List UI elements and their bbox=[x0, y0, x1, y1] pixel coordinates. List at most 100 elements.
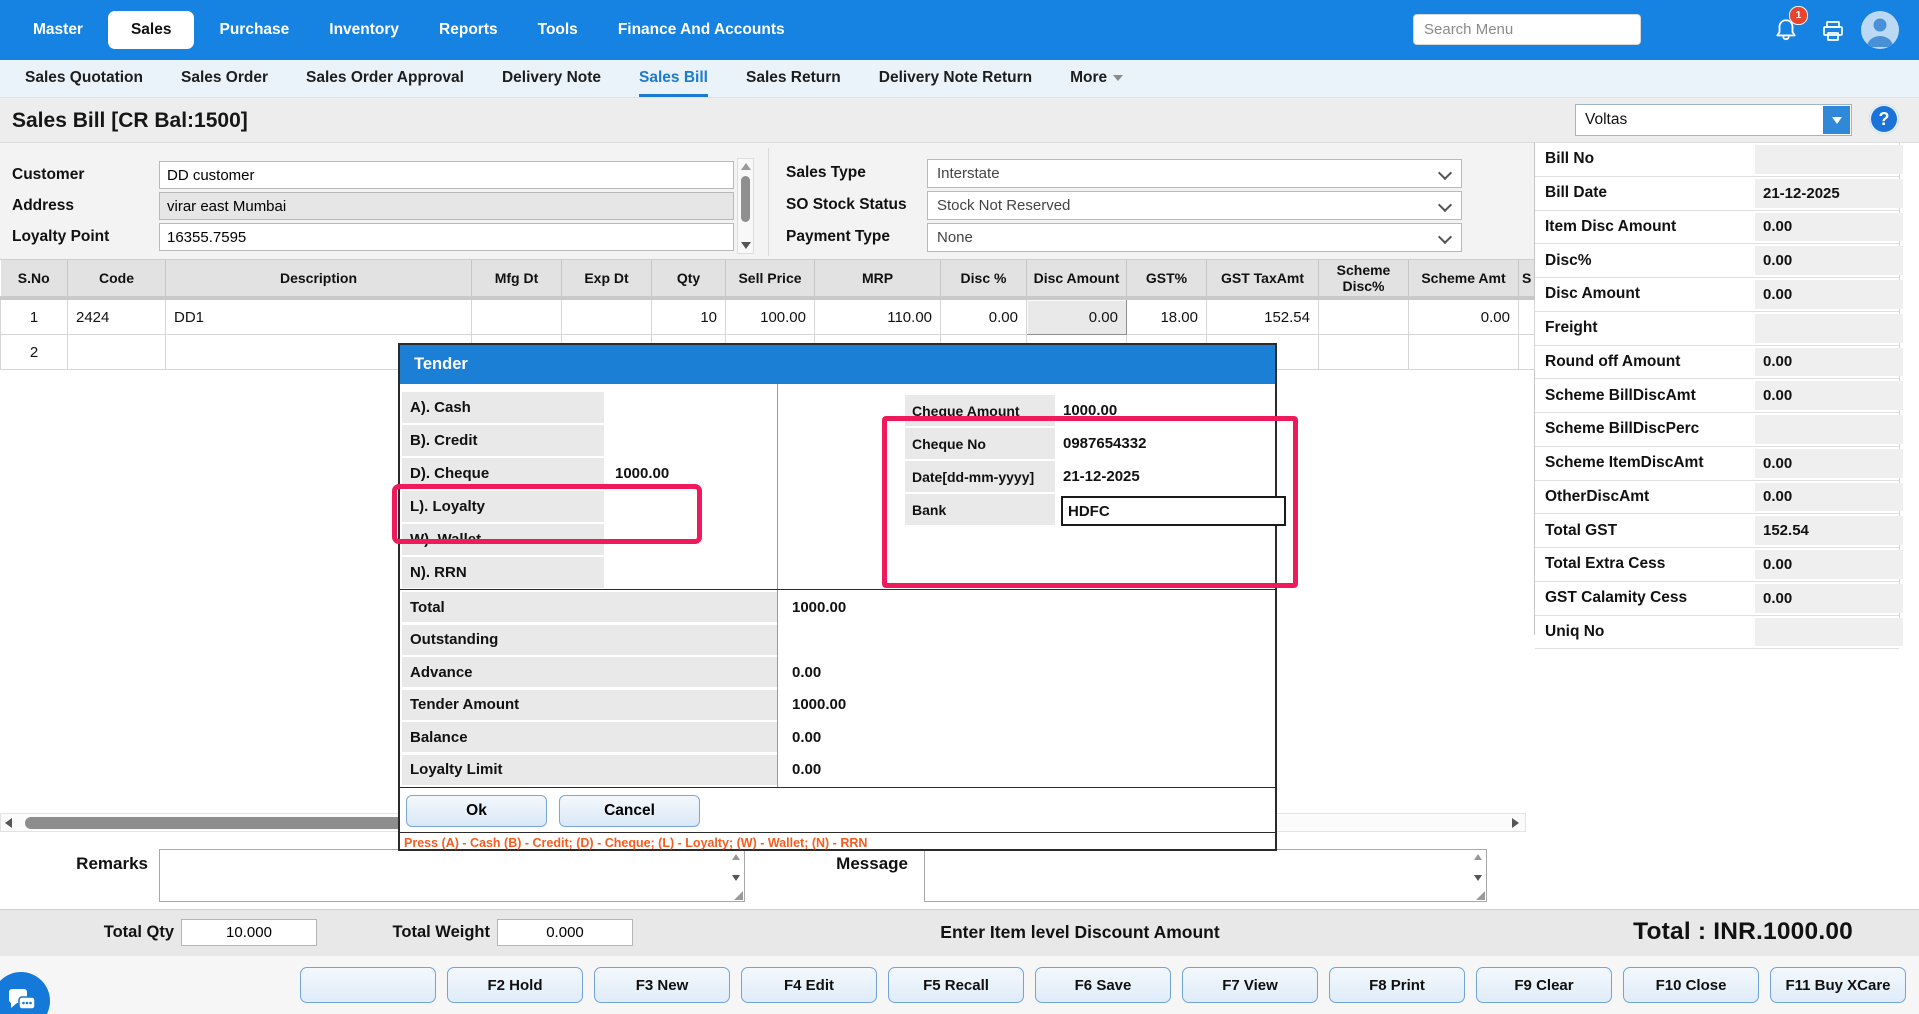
grid-cell[interactable] bbox=[1319, 298, 1409, 335]
total-weight-input[interactable] bbox=[497, 919, 633, 946]
function-key-button[interactable]: F6 Save bbox=[1035, 967, 1171, 1003]
dropdown-arrow-icon[interactable] bbox=[1823, 106, 1850, 134]
scroll-up-icon[interactable] bbox=[732, 854, 740, 860]
summary-value[interactable]: 152.54 bbox=[1755, 516, 1903, 545]
grid-cell[interactable]: 18.00 bbox=[1127, 298, 1207, 335]
cheque-field-value[interactable]: 21-12-2025 bbox=[1063, 461, 1140, 492]
module-tab[interactable]: Sales Quotation bbox=[25, 60, 143, 97]
tender-mode-amount[interactable]: 1000.00 bbox=[615, 458, 669, 489]
remarks-textarea[interactable] bbox=[159, 849, 745, 902]
nav-menu-item[interactable]: Finance And Accounts bbox=[603, 12, 800, 48]
tender-mode-label[interactable]: L). Loyalty bbox=[402, 491, 604, 522]
summary-value[interactable]: 0.00 bbox=[1755, 381, 1903, 410]
resize-handle-icon[interactable] bbox=[734, 891, 743, 900]
ok-button[interactable]: Ok bbox=[406, 795, 547, 827]
function-key-button[interactable]: F10 Close bbox=[1623, 967, 1759, 1003]
chat-icon[interactable] bbox=[0, 972, 50, 1014]
summary-value[interactable]: 0.00 bbox=[1755, 280, 1903, 309]
scroll-up-icon[interactable] bbox=[741, 163, 751, 170]
function-key-button[interactable]: F3 New bbox=[594, 967, 730, 1003]
function-key-button[interactable]: F11 Buy XCare bbox=[1770, 967, 1906, 1003]
message-textarea[interactable] bbox=[924, 849, 1487, 902]
search-input[interactable] bbox=[1413, 14, 1641, 45]
summary-value[interactable] bbox=[1755, 415, 1903, 444]
field-input[interactable] bbox=[159, 161, 734, 189]
brand-select[interactable]: Voltas bbox=[1575, 104, 1852, 136]
scroll-up-icon[interactable] bbox=[1474, 854, 1482, 860]
function-key-button[interactable] bbox=[300, 967, 436, 1003]
module-tab[interactable]: Delivery Note bbox=[502, 60, 601, 97]
function-key-button[interactable]: F4 Edit bbox=[741, 967, 877, 1003]
field-input[interactable] bbox=[159, 192, 734, 220]
total-qty-input[interactable] bbox=[181, 919, 317, 946]
grid-cell[interactable]: DD1 bbox=[166, 298, 472, 335]
cheque-field-value[interactable]: HDFC bbox=[1061, 496, 1286, 526]
grid-cell[interactable] bbox=[472, 298, 562, 335]
module-tab[interactable]: Sales Bill bbox=[639, 60, 708, 97]
function-key-button[interactable]: F5 Recall bbox=[888, 967, 1024, 1003]
scroll-down-icon[interactable] bbox=[1474, 875, 1482, 881]
summary-value[interactable]: 0.00 bbox=[1755, 483, 1903, 512]
grid-cell[interactable] bbox=[1519, 298, 1535, 335]
printer-icon[interactable] bbox=[1820, 19, 1846, 43]
dropdown-select[interactable]: Interstate bbox=[927, 159, 1462, 188]
nav-menu-item[interactable]: Reports bbox=[424, 12, 513, 48]
help-button[interactable]: ? bbox=[1869, 104, 1899, 134]
scroll-left-icon[interactable] bbox=[5, 818, 12, 828]
nav-menu-item[interactable]: Sales bbox=[108, 11, 195, 49]
cancel-button[interactable]: Cancel bbox=[559, 795, 700, 827]
scroll-down-icon[interactable] bbox=[732, 875, 740, 881]
dropdown-select[interactable]: Stock Not Reserved bbox=[927, 191, 1462, 220]
summary-value[interactable]: 0.00 bbox=[1755, 348, 1903, 377]
user-avatar[interactable] bbox=[1861, 11, 1899, 49]
field-input[interactable] bbox=[159, 223, 734, 251]
function-key-button[interactable]: F7 View bbox=[1182, 967, 1318, 1003]
function-key-button[interactable]: F2 Hold bbox=[447, 967, 583, 1003]
summary-value[interactable]: 0.00 bbox=[1755, 449, 1903, 478]
grid-cell[interactable]: 2 bbox=[1, 335, 68, 370]
module-tab[interactable]: More bbox=[1070, 60, 1123, 97]
tender-mode-label[interactable]: D). Cheque bbox=[402, 458, 604, 489]
grid-cell[interactable]: 110.00 bbox=[815, 298, 941, 335]
tender-mode-label[interactable]: B). Credit bbox=[402, 425, 604, 456]
nav-menu-item[interactable]: Inventory bbox=[314, 12, 414, 48]
function-key-button[interactable]: F8 Print bbox=[1329, 967, 1465, 1003]
customer-scrollbar[interactable] bbox=[737, 158, 754, 254]
summary-value[interactable]: 0.00 bbox=[1755, 213, 1903, 242]
grid-cell[interactable]: 100.00 bbox=[726, 298, 815, 335]
tender-mode-label[interactable]: A). Cash bbox=[402, 392, 604, 423]
grid-cell[interactable]: 2424 bbox=[68, 298, 166, 335]
nav-menu-item[interactable]: Purchase bbox=[204, 12, 304, 48]
grid-cell[interactable]: 0.00 bbox=[1409, 298, 1519, 335]
grid-cell[interactable] bbox=[562, 298, 652, 335]
summary-value[interactable] bbox=[1755, 314, 1903, 343]
function-key-button[interactable]: F9 Clear bbox=[1476, 967, 1612, 1003]
grid-cell[interactable]: 10 bbox=[652, 298, 726, 335]
module-tab[interactable]: Sales Return bbox=[746, 60, 841, 97]
scrollbar-thumb[interactable] bbox=[741, 176, 750, 222]
grid-cell[interactable]: 152.54 bbox=[1207, 298, 1319, 335]
scroll-right-icon[interactable] bbox=[1512, 818, 1519, 828]
resize-handle-icon[interactable] bbox=[1476, 891, 1485, 900]
tender-mode-label[interactable]: W). Wallet bbox=[402, 524, 604, 555]
summary-value[interactable]: 0.00 bbox=[1755, 550, 1903, 579]
grid-cell[interactable]: 0.00 bbox=[941, 298, 1027, 335]
summary-value[interactable] bbox=[1755, 618, 1903, 647]
module-tab[interactable]: Sales Order bbox=[181, 60, 268, 97]
dropdown-select[interactable]: None bbox=[927, 223, 1462, 252]
module-tab[interactable]: Sales Order Approval bbox=[306, 60, 464, 97]
scroll-down-icon[interactable] bbox=[741, 242, 751, 249]
grid-cell[interactable]: 0.00 bbox=[1027, 298, 1127, 335]
grid-cell[interactable] bbox=[68, 335, 166, 370]
grid-cell[interactable]: 1 bbox=[1, 298, 68, 335]
cheque-field-value[interactable]: 1000.00 bbox=[1063, 395, 1117, 426]
nav-menu-item[interactable]: Tools bbox=[523, 12, 593, 48]
cheque-field-value[interactable]: 0987654332 bbox=[1063, 428, 1146, 459]
summary-value[interactable]: 0.00 bbox=[1755, 246, 1903, 275]
grid-cell[interactable] bbox=[1409, 335, 1519, 370]
summary-value[interactable]: 0.00 bbox=[1755, 584, 1903, 613]
module-tab[interactable]: Delivery Note Return bbox=[879, 60, 1032, 97]
grid-cell[interactable] bbox=[1519, 335, 1535, 370]
tender-mode-label[interactable]: N). RRN bbox=[402, 557, 604, 588]
grid-cell[interactable] bbox=[1319, 335, 1409, 370]
